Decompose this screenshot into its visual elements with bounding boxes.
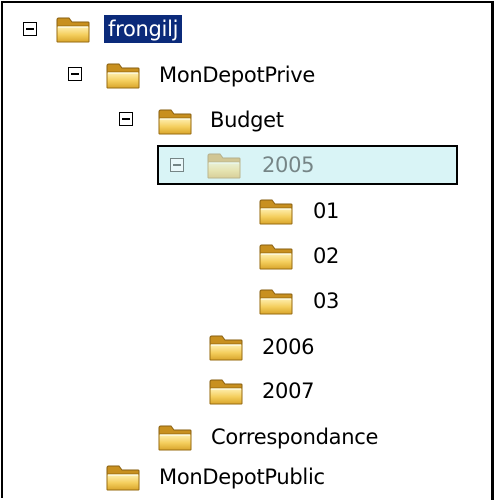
folder-open-icon [54, 14, 92, 44]
folder-icon [257, 286, 295, 316]
tree-item-frongilj[interactable]: frongilj [104, 15, 183, 43]
tree-view-border [491, 1, 494, 500]
folder-icon [156, 422, 194, 452]
folder-icon [257, 196, 295, 226]
tree-item-mondepotprive[interactable]: MonDepotPrive [159, 61, 315, 89]
tree-item-02[interactable]: 02 [313, 242, 339, 270]
folder-icon [207, 376, 245, 406]
folder-icon [205, 150, 243, 180]
tree-item-mondepotpublic[interactable]: MonDepotPublic [159, 463, 325, 491]
folder-icon [104, 60, 142, 90]
collapse-toggle-icon[interactable] [170, 158, 184, 172]
folder-icon [207, 332, 245, 362]
folder-icon [156, 106, 194, 136]
folder-icon [104, 462, 142, 492]
tree-item-03[interactable]: 03 [313, 287, 339, 315]
folder-icon [257, 241, 295, 271]
tree-item-budget[interactable]: Budget [210, 106, 284, 134]
tree-item-2006[interactable]: 2006 [262, 333, 315, 361]
tree-item-01[interactable]: 01 [313, 197, 339, 225]
collapse-toggle-icon[interactable] [23, 22, 37, 36]
tree-item-2007[interactable]: 2007 [262, 377, 315, 405]
tree-item-correspondance[interactable]: Correspondance [211, 423, 378, 451]
tree-item-2005[interactable]: 2005 [262, 151, 315, 179]
collapse-toggle-icon[interactable] [119, 112, 133, 126]
collapse-toggle-icon[interactable] [68, 67, 82, 81]
